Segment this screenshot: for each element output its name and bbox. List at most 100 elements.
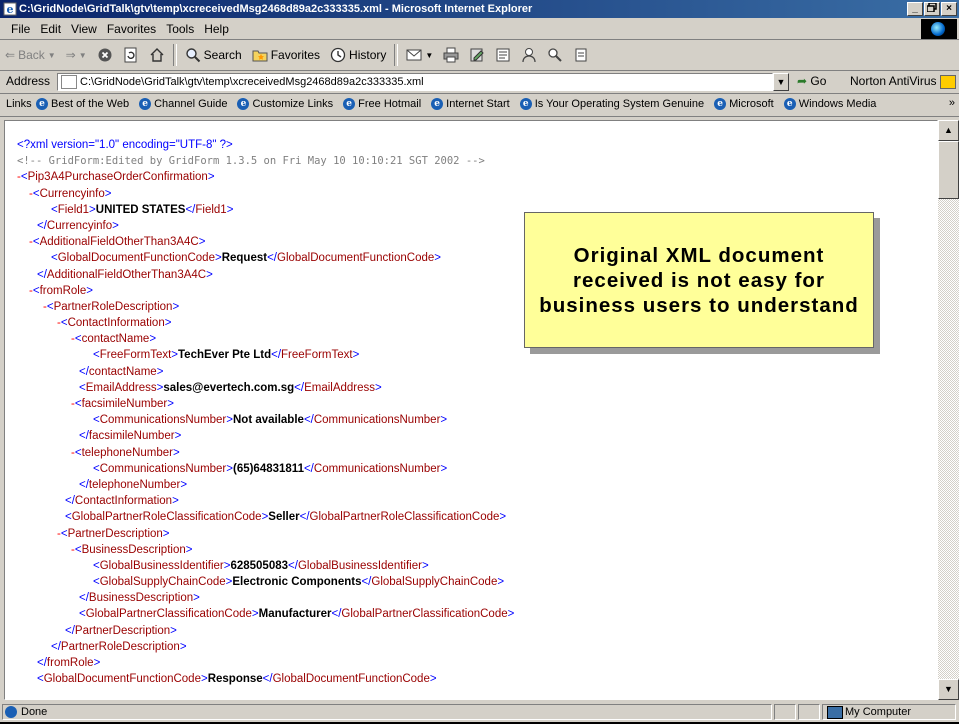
stop-button[interactable]: [92, 43, 118, 67]
xml-line[interactable]: -<ContactInformation>: [17, 315, 514, 331]
xml-line: </PartnerRoleDescription>: [17, 639, 514, 655]
back-label: Back: [18, 48, 45, 62]
discuss-icon: [496, 48, 510, 62]
menu-edit[interactable]: Edit: [35, 19, 66, 39]
xml-bracket: </: [37, 657, 47, 669]
search-button[interactable]: Search: [180, 43, 247, 67]
stop-icon: [98, 48, 112, 62]
go-label: Go: [810, 74, 827, 88]
discuss-button[interactable]: [490, 43, 516, 67]
xml-bracket: </: [51, 640, 61, 653]
xml-line: </telephoneNumber>: [17, 477, 514, 493]
xml-text-value: sales@evertech.com.sg: [163, 381, 295, 394]
xml-text-value: Electronic Components: [232, 576, 362, 589]
link-best-of-web[interactable]: e Best of the Web: [36, 98, 129, 110]
link-windows-media[interactable]: e Windows Media: [783, 98, 876, 110]
xml-bracket: </: [303, 462, 314, 475]
ie-page-icon: e: [714, 98, 727, 110]
xml-line[interactable]: -<contactName>: [17, 331, 514, 347]
refresh-button[interactable]: [118, 43, 144, 67]
link-label: Free Hotmail: [358, 98, 422, 110]
link-internet-start[interactable]: e Internet Start: [431, 98, 510, 110]
link-microsoft[interactable]: e Microsoft: [714, 98, 774, 110]
xml-bracket: >: [226, 462, 233, 475]
address-input[interactable]: C:\GridNode\GridTalk\gtv\temp\xcreceived…: [57, 73, 773, 91]
xml-bracket: </: [303, 414, 314, 427]
xml-line: </Currencyinfo>: [17, 218, 514, 234]
status-panel: [774, 704, 796, 720]
menu-help[interactable]: Help: [199, 19, 234, 39]
xml-line: <GlobalPartnerClassificationCode>Manufac…: [17, 606, 514, 622]
xml-close-tag: EmailAddress: [304, 381, 376, 394]
address-dropdown-button[interactable]: ▼: [773, 73, 789, 91]
go-button[interactable]: ➦ Go: [797, 74, 826, 88]
xml-bracket: <: [60, 317, 68, 330]
home-button[interactable]: [144, 43, 170, 67]
link-customize-links[interactable]: e Customize Links: [237, 98, 333, 110]
menu-view[interactable]: View: [66, 19, 102, 39]
norton-antivirus-button[interactable]: Norton AntiVirus ▼: [850, 74, 959, 89]
xml-line[interactable]: -<facsimileNumber>: [17, 396, 514, 412]
back-button[interactable]: ⇐ Back ▼: [0, 43, 61, 67]
xml-bracket: </: [267, 252, 277, 265]
scrollbar-thumb[interactable]: [938, 141, 959, 199]
scroll-down-button[interactable]: ▼: [938, 679, 959, 700]
xml-bracket: >: [507, 608, 515, 621]
address-bar: Address C:\GridNode\GridTalk\gtv\temp\xc…: [0, 71, 959, 94]
print-button[interactable]: [438, 43, 464, 67]
menu-favorites[interactable]: Favorites: [102, 19, 161, 39]
xml-line: <Field1>UNITED STATES</Field1>: [17, 202, 514, 218]
xml-bracket: <: [32, 187, 40, 200]
xml-line[interactable]: -<telephoneNumber>: [17, 445, 514, 461]
windows-throbber-icon: [921, 19, 957, 39]
xml-bracket: </: [361, 576, 372, 589]
xml-open-tag: EmailAddress: [85, 381, 157, 394]
link-channel-guide[interactable]: e Channel Guide: [139, 98, 227, 110]
xml-bracket: </: [262, 673, 273, 686]
scroll-up-button[interactable]: ▲: [938, 120, 959, 141]
xml-bracket: <: [79, 381, 86, 394]
research-button[interactable]: [542, 43, 568, 67]
xml-bracket: <: [46, 300, 54, 313]
xml-bracket: </: [185, 203, 196, 216]
mail-button[interactable]: ▼: [401, 43, 438, 67]
xml-open-tag: GlobalDocumentFunctionCode: [57, 252, 215, 265]
menu-file[interactable]: File: [6, 19, 35, 39]
link-free-hotmail[interactable]: e Free Hotmail: [343, 98, 421, 110]
xml-bracket: >: [207, 171, 215, 184]
dropdown-icon: ▼: [78, 50, 87, 60]
xml-line[interactable]: -<PartnerDescription>: [17, 526, 514, 542]
search-icon: [185, 48, 200, 63]
edit-button[interactable]: [464, 43, 490, 67]
xml-bracket: >: [193, 592, 200, 605]
minimize-button[interactable]: _: [907, 2, 923, 16]
norton-icon: [939, 74, 956, 89]
menu-tools[interactable]: Tools: [161, 19, 199, 39]
xml-line[interactable]: -<Pip3A4PurchaseOrderConfirmation>: [17, 169, 514, 185]
xml-line[interactable]: -<Currencyinfo>: [17, 186, 514, 202]
maximize-button[interactable]: [924, 2, 940, 16]
callout-text: Original XML document received is not ea…: [539, 243, 859, 317]
chevron-right-icon[interactable]: »: [949, 97, 955, 109]
history-button[interactable]: History: [325, 43, 391, 67]
xml-bracket: >: [434, 252, 441, 265]
xml-line[interactable]: -<AdditionalFieldOtherThan3A4C>: [17, 234, 514, 250]
xml-bracket: >: [440, 414, 448, 427]
status-text-panel: Done: [2, 704, 772, 720]
vertical-scrollbar[interactable]: ▲ ▼: [938, 120, 959, 700]
xml-content-pane: <?xml version="1.0" encoding="UTF-8" ?> …: [4, 120, 938, 700]
xml-line[interactable]: -<fromRole>: [17, 283, 514, 299]
xml-bracket: </: [79, 478, 89, 491]
ie-page-icon: e: [36, 98, 48, 110]
favorites-button[interactable]: Favorites: [247, 43, 325, 67]
close-button[interactable]: ×: [941, 2, 957, 16]
xml-line[interactable]: -<PartnerRoleDescription>: [17, 299, 514, 315]
xml-bracket: >: [171, 349, 179, 362]
messenger-button[interactable]: [516, 43, 542, 67]
extra-tool-button[interactable]: [568, 43, 594, 67]
link-os-genuine[interactable]: e Is Your Operating System Genuine: [519, 98, 704, 110]
forward-button[interactable]: ⇒ ▼: [61, 43, 92, 67]
xml-bracket: <: [79, 608, 86, 621]
xml-line[interactable]: -<BusinessDescription>: [17, 542, 514, 558]
xml-bracket: <: [37, 673, 44, 686]
